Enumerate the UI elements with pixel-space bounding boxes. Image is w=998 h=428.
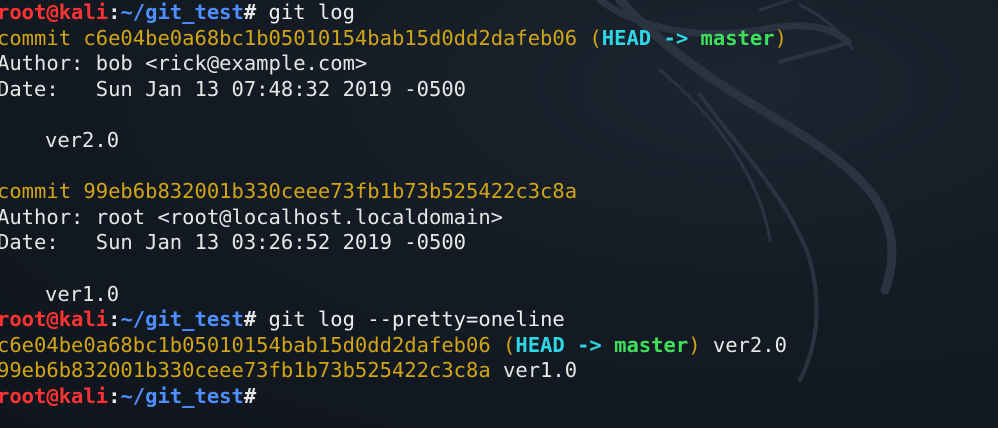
ref-arrow: ->: [651, 25, 701, 50]
commit-hash: c6e04be0a68bc1b05010154bab15d0dd2dafeb06: [0, 332, 491, 357]
prompt-colon: :: [108, 0, 121, 24]
head-ref: HEAD: [601, 25, 652, 50]
commit-prefix: commit: [0, 179, 84, 204]
prompt-path: ~/git_test: [120, 307, 244, 332]
prompt-line-1: root@kali:~/git_test# git log: [0, 0, 787, 26]
commit-message: ver1.0: [490, 358, 578, 383]
command-text: git log --pretty=oneline: [256, 307, 565, 332]
commit-prefix: commit: [0, 25, 84, 50]
ref-close-paren: ): [688, 332, 701, 357]
prompt-colon: :: [108, 383, 121, 408]
branch-ref: master: [700, 25, 775, 50]
commit-message: ver1.0: [45, 281, 120, 306]
ref-close-paren: ): [774, 25, 787, 50]
commit-hash: c6e04be0a68bc1b05010154bab15d0dd2dafeb06: [83, 25, 578, 50]
prompt-user-host: root@kali: [0, 307, 109, 332]
prompt-line-3[interactable]: root@kali:~/git_test#: [0, 384, 787, 410]
commit-hash: 99eb6b832001b330ceee73fb1b73b525422c3c8a: [0, 358, 491, 383]
prompt-path: ~/git_test: [120, 383, 244, 408]
author-line: Author: root <root@localhost.localdomain…: [0, 204, 504, 229]
prompt-colon: :: [108, 307, 121, 332]
commit-message: ver2.0: [45, 127, 120, 152]
terminal-window[interactable]: root@kali:~/git_test# git log commit c6e…: [0, 0, 998, 428]
ref-open-paren: (: [490, 332, 516, 357]
prompt-line-2: root@kali:~/git_test# git log --pretty=o…: [0, 307, 787, 333]
head-ref: HEAD: [515, 332, 565, 357]
prompt-hash: #: [243, 383, 257, 408]
commit-line: commit c6e04be0a68bc1b05010154bab15d0dd2…: [0, 26, 787, 52]
prompt-user-host: root@kali: [0, 383, 109, 408]
oneline-row: c6e04be0a68bc1b05010154bab15d0dd2dafeb06…: [0, 333, 787, 359]
branch-ref: master: [614, 332, 689, 357]
command-text: git log: [256, 0, 355, 24]
date-line: Date: Sun Jan 13 07:48:32 2019 -0500: [0, 76, 466, 101]
terminal-output: root@kali:~/git_test# git log commit c6e…: [0, 0, 787, 410]
date-line: Date: Sun Jan 13 03:26:52 2019 -0500: [0, 230, 466, 255]
commit-message: ver2.0: [700, 332, 787, 357]
prompt-path: ~/git_test: [120, 0, 244, 24]
ref-open-paren: (: [577, 25, 602, 50]
prompt-hash: #: [243, 307, 257, 332]
ref-arrow: ->: [564, 332, 615, 357]
prompt-hash: #: [243, 0, 257, 24]
commit-line: commit 99eb6b832001b330ceee73fb1b73b5254…: [0, 179, 787, 205]
oneline-row: 99eb6b832001b330ceee73fb1b73b525422c3c8a…: [0, 358, 787, 384]
commit-hash: 99eb6b832001b330ceee73fb1b73b525422c3c8a: [83, 179, 578, 204]
author-line: Author: bob <rick@example.com>: [0, 51, 368, 76]
prompt-user-host: root@kali: [0, 0, 109, 24]
